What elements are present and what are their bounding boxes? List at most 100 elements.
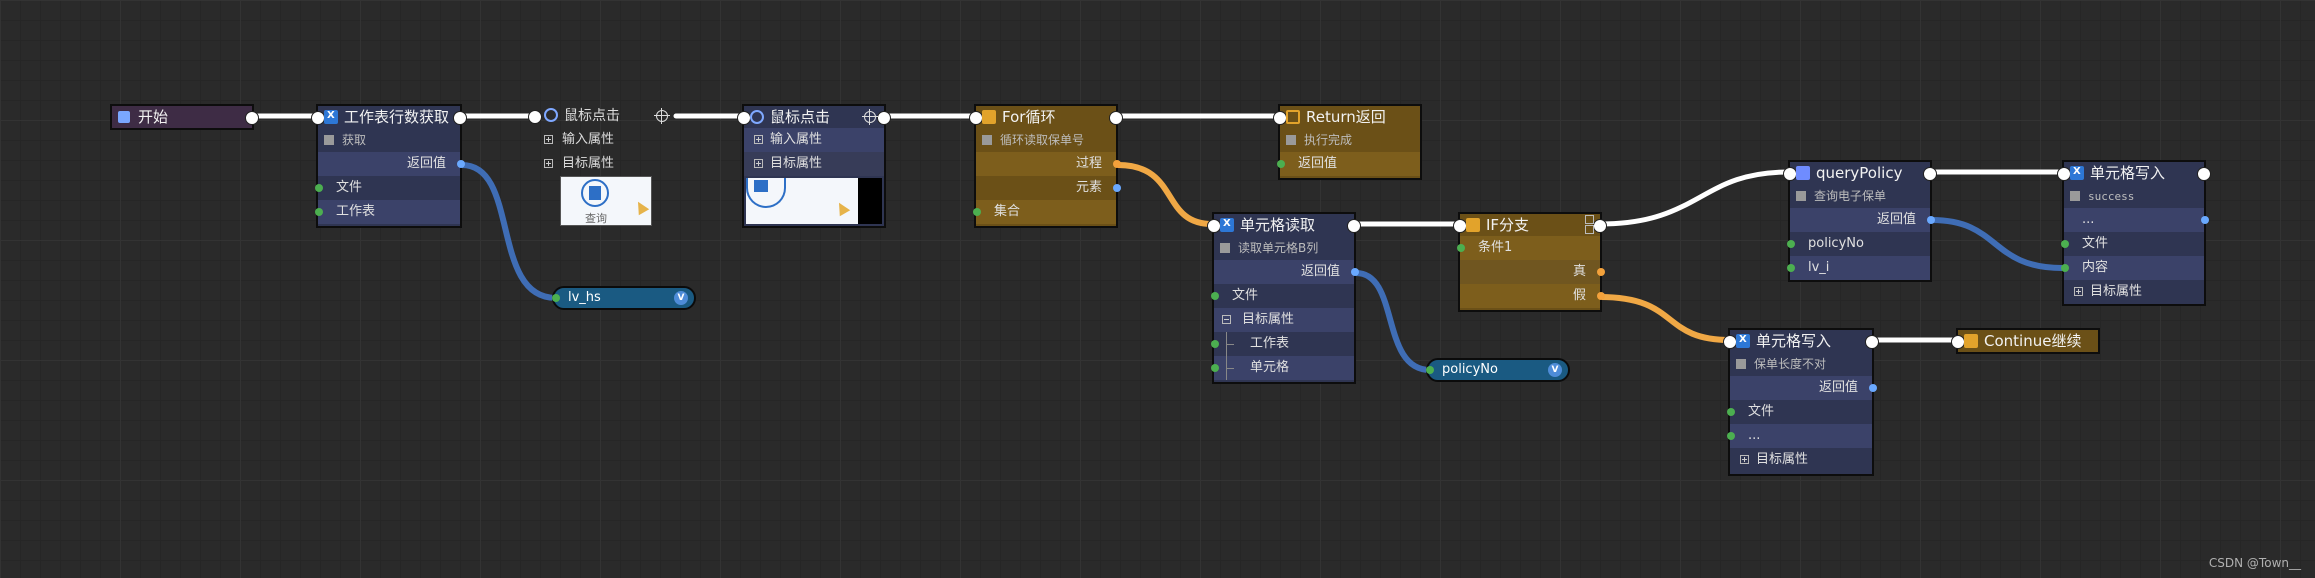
node-if-branch-header[interactable]: IF分支 xyxy=(1460,214,1600,236)
data-in-pin[interactable] xyxy=(1277,160,1285,168)
data-in-pin[interactable] xyxy=(1211,292,1219,300)
node-cell-read[interactable]: 单元格读取 读取单元格B列 返回值 文件 目标属性 工作表 单元格 xyxy=(1207,212,1361,384)
node-note: 读取单元格B列 xyxy=(1214,236,1354,260)
data-in-pin[interactable] xyxy=(315,184,323,192)
data-in-pin[interactable] xyxy=(2061,264,2069,272)
expand-icon[interactable] xyxy=(754,159,763,168)
node-for-loop-header[interactable]: For循环 xyxy=(976,106,1116,128)
document-icon xyxy=(581,179,609,207)
node-cell-write-2[interactable]: 单元格写入 保单长度不对 返回值 文件 ... 目标属性 xyxy=(1723,328,1879,476)
exec-out-pin[interactable] xyxy=(1597,292,1605,300)
return-icon xyxy=(1286,110,1300,124)
node-for-loop[interactable]: For循环 循环读取保单号 过程 元素 集合 xyxy=(969,104,1123,228)
node-note: 获取 xyxy=(318,128,460,152)
input-sheet: 工作表 xyxy=(1211,332,1354,356)
data-in-pin[interactable] xyxy=(1457,244,1465,252)
data-out-pin[interactable] xyxy=(1927,216,1935,224)
node-mouse-click-1[interactable]: 鼠标点击 输入属性 目标属性 查询 xyxy=(528,106,674,230)
note-icon xyxy=(1796,191,1806,201)
node-cell-write-1[interactable]: 单元格写入 success ... 文件 内容 目标属性 xyxy=(2057,160,2211,306)
expand-icon[interactable] xyxy=(1740,455,1749,464)
data-in-pin[interactable] xyxy=(1727,432,1735,440)
exec-out-pin[interactable] xyxy=(245,111,259,125)
expand-icon[interactable] xyxy=(544,135,553,144)
node-start[interactable]: 开始 xyxy=(110,104,259,130)
cube-icon xyxy=(118,111,130,123)
data-wire-query-return-to-content xyxy=(1929,217,2065,271)
data-in-pin[interactable] xyxy=(2061,240,2069,248)
data-in-pin[interactable] xyxy=(315,208,323,216)
data-out-pin[interactable] xyxy=(457,160,465,168)
node-cell-read-title: 单元格读取 xyxy=(1240,216,1316,234)
data-in-pin[interactable] xyxy=(1211,340,1219,348)
node-cell-write-1-header[interactable]: 单元格写入 xyxy=(2064,161,2204,184)
expand-icon[interactable] xyxy=(754,135,763,144)
node-if-branch-title: IF分支 xyxy=(1486,216,1530,234)
output-return: 返回值 xyxy=(318,152,465,176)
node-return-header[interactable]: Return返回 xyxy=(1280,106,1420,128)
input-sheet: 工作表 xyxy=(315,200,460,224)
node-query-policy[interactable]: queryPolicy 查询电子保单 返回值 policyNo lv_i xyxy=(1783,160,1937,282)
note-icon xyxy=(324,135,334,145)
target-properties[interactable]: 目标属性 xyxy=(1730,448,1872,472)
data-out-pin[interactable] xyxy=(2201,216,2209,224)
data-in-pin[interactable] xyxy=(1787,240,1795,248)
node-cell-write-1-title: 单元格写入 xyxy=(2090,164,2166,182)
input-properties[interactable]: 输入属性 xyxy=(534,128,674,152)
input-properties[interactable]: 输入属性 xyxy=(744,128,884,152)
exec-out-pin[interactable] xyxy=(1113,160,1121,168)
target-properties[interactable]: 目标属性 xyxy=(2064,280,2204,304)
data-in-pin[interactable] xyxy=(552,294,560,302)
data-in-pin[interactable] xyxy=(1727,408,1735,416)
node-if-branch[interactable]: IF分支 条件1 真 假 xyxy=(1453,212,1607,312)
node-return[interactable]: Return返回 执行完成 返回值 xyxy=(1273,104,1422,180)
node-mouse-click-2[interactable]: 鼠标点击 输入属性 目标属性 xyxy=(737,104,891,228)
variable-policyno[interactable]: policyNo V xyxy=(1426,358,1570,382)
node-note: 保单长度不对 xyxy=(1730,352,1872,376)
node-sheet-rows-header[interactable]: 工作表行数获取 xyxy=(318,105,460,128)
excel-icon xyxy=(1220,213,1234,235)
data-out-pin[interactable] xyxy=(1351,268,1359,276)
node-sheet-rows[interactable]: 工作表行数获取 获取 返回值 文件 工作表 xyxy=(311,104,467,228)
link-icon xyxy=(544,108,558,122)
node-cell-write-2-header[interactable]: 单元格写入 xyxy=(1730,329,1872,352)
node-query-policy-header[interactable]: queryPolicy xyxy=(1790,162,1930,184)
node-continue[interactable]: Continue继续 xyxy=(1951,328,2100,354)
node-continue-header[interactable]: Continue继续 xyxy=(1958,330,2098,352)
exec-in-pin[interactable] xyxy=(528,110,542,124)
collapse-icon[interactable] xyxy=(1222,315,1231,324)
crosshair-icon[interactable] xyxy=(654,108,670,124)
data-in-pin[interactable] xyxy=(1211,364,1219,372)
expand-icon[interactable] xyxy=(544,159,553,168)
target-properties[interactable]: 目标属性 xyxy=(744,152,884,176)
target-thumbnail xyxy=(746,178,882,224)
node-sheet-rows-title: 工作表行数获取 xyxy=(344,108,450,126)
data-out-pin[interactable] xyxy=(1113,184,1121,192)
data-in-pin[interactable] xyxy=(1426,366,1434,374)
expand-icon[interactable] xyxy=(2074,287,2083,296)
variable-lv-hs[interactable]: lv_hs V xyxy=(552,286,696,310)
data-out-pin[interactable] xyxy=(1869,384,1877,392)
variable-name: policyNo xyxy=(1442,362,1498,377)
add-branch-icon[interactable] xyxy=(1585,215,1594,224)
node-continue-title: Continue继续 xyxy=(1984,332,2082,350)
node-mouse-click-2-header[interactable]: 鼠标点击 xyxy=(744,106,884,128)
output-process: 过程 xyxy=(976,152,1121,176)
input-file: 文件 xyxy=(315,176,460,200)
node-query-policy-title: queryPolicy xyxy=(1816,164,1903,182)
remove-branch-icon[interactable] xyxy=(1585,225,1594,234)
node-start-header[interactable]: 开始 xyxy=(112,106,252,128)
target-properties[interactable]: 目标属性 xyxy=(1214,308,1354,332)
node-note: 执行完成 xyxy=(1280,128,1420,152)
data-in-pin[interactable] xyxy=(973,208,981,216)
cursor-icon xyxy=(632,198,650,216)
data-in-pin[interactable] xyxy=(1787,264,1795,272)
node-cell-read-header[interactable]: 单元格读取 xyxy=(1214,213,1354,236)
target-thumbnail: 查询 xyxy=(560,176,652,226)
crosshair-icon[interactable] xyxy=(862,109,878,125)
exec-out-pin[interactable] xyxy=(1597,268,1605,276)
input-file: 文件 xyxy=(1727,400,1872,424)
target-properties[interactable]: 目标属性 xyxy=(534,152,674,176)
node-note: 循环读取保单号 xyxy=(976,128,1116,152)
node-for-loop-title: For循环 xyxy=(1002,108,1056,126)
